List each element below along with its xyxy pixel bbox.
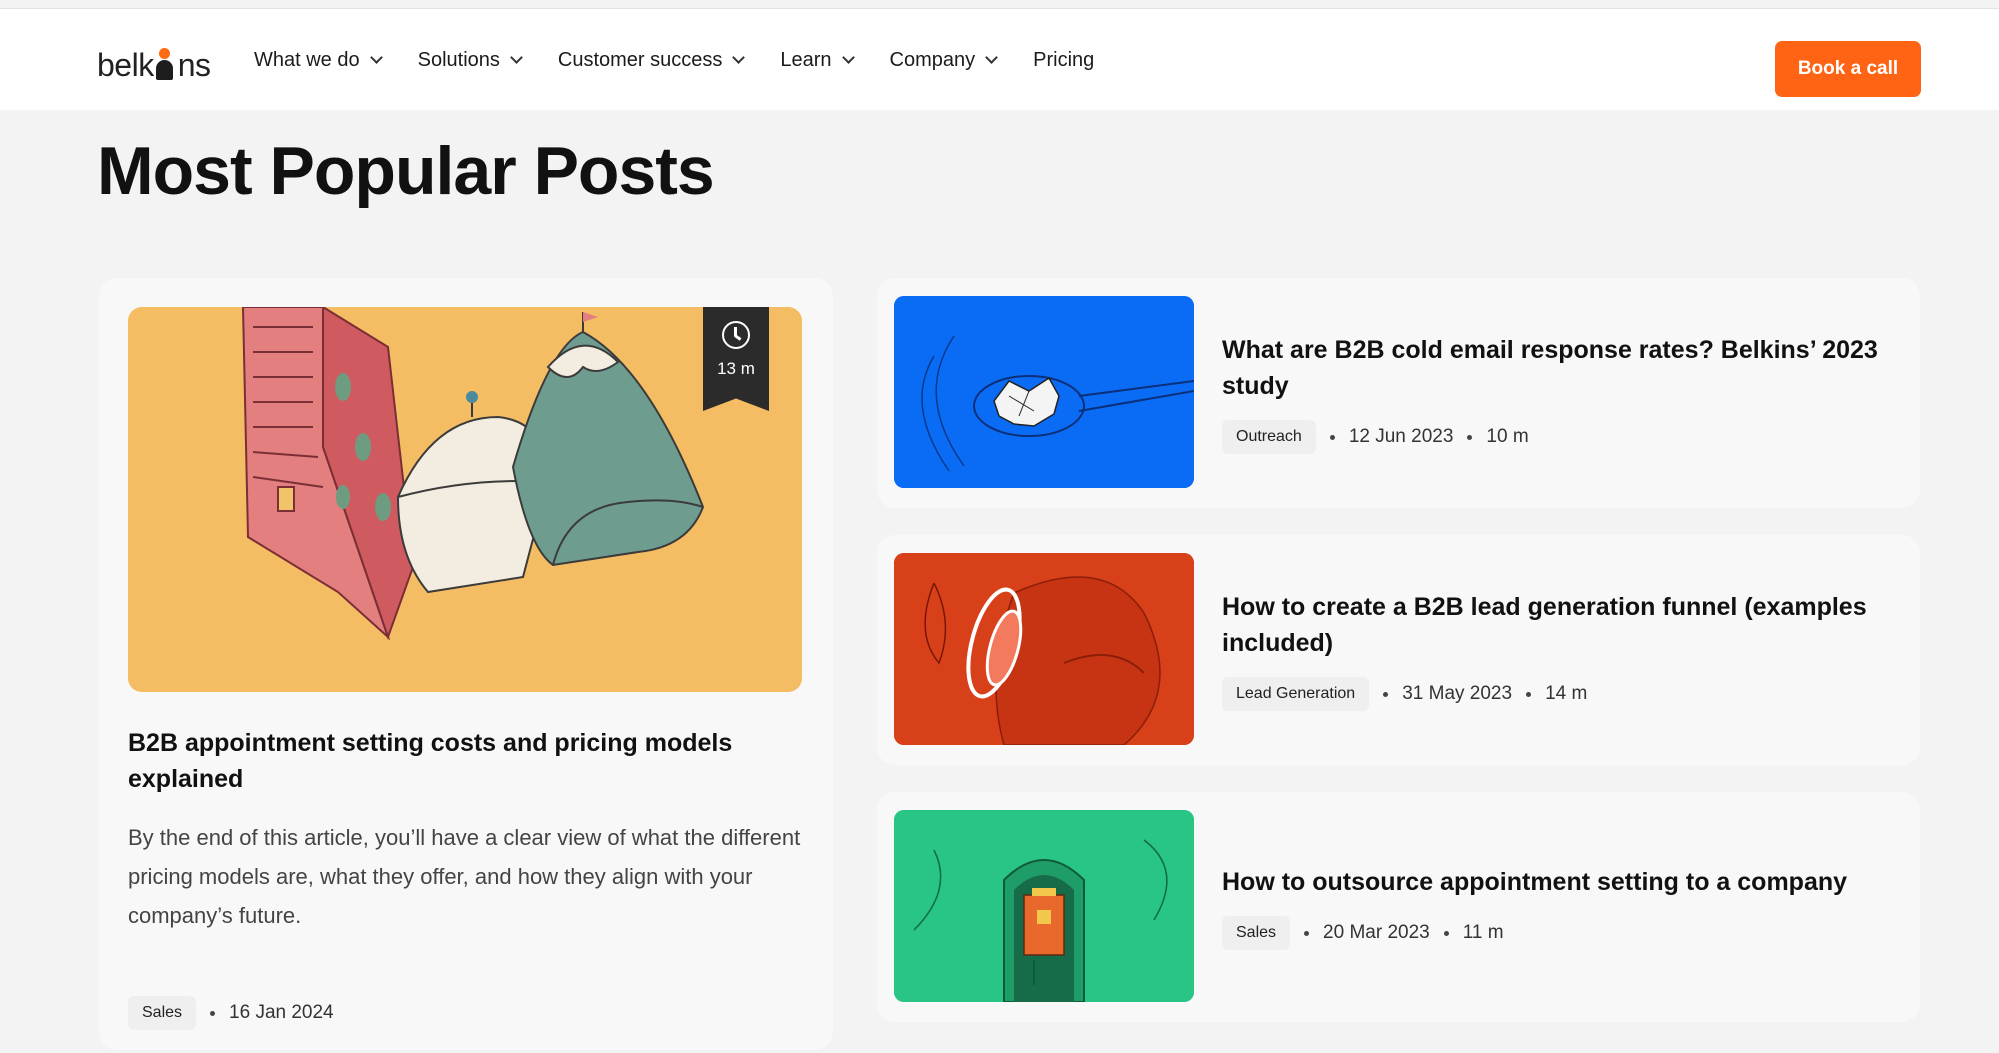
nav-item-what-we-do[interactable]: What we do xyxy=(254,49,383,72)
clock-icon xyxy=(722,321,750,349)
site-header: belk ns What we do Solutions Customer suc… xyxy=(0,9,1999,110)
main-nav: What we do Solutions Customer success Le… xyxy=(254,49,1131,72)
category-tag[interactable]: Lead Generation xyxy=(1222,677,1370,711)
chevron-down-icon xyxy=(369,51,383,64)
separator-dot xyxy=(1443,930,1449,936)
logo-mark-icon xyxy=(155,48,177,80)
reading-time-badge: 13 m xyxy=(703,307,769,411)
book-a-call-button[interactable]: Book a call xyxy=(1775,41,1921,97)
nav-item-solutions[interactable]: Solutions xyxy=(417,49,523,72)
logo-text-end: ns xyxy=(177,46,211,83)
featured-post-title[interactable]: B2B appointment setting costs and pricin… xyxy=(128,725,788,797)
post-meta: Outreach 12 Jun 2023 10 m xyxy=(1222,420,1529,454)
phone-booth-illustration xyxy=(894,810,1194,1002)
post-card[interactable]: What are B2B cold email response rates? … xyxy=(877,278,1920,508)
page-title: Most Popular Posts xyxy=(97,133,715,209)
chevron-down-icon xyxy=(841,51,855,64)
post-card[interactable]: How to create a B2B lead generation funn… xyxy=(877,535,1920,765)
nav-item-pricing[interactable]: Pricing xyxy=(1033,49,1094,72)
nav-item-label: Learn xyxy=(780,49,832,71)
post-illustration[interactable] xyxy=(894,553,1194,745)
belkins-logo[interactable]: belk ns xyxy=(97,45,211,85)
nav-item-label: Company xyxy=(889,49,976,71)
separator-dot xyxy=(1304,930,1310,936)
featured-post-excerpt: By the end of this article, you’ll have … xyxy=(128,825,801,928)
post-date: 16 Jan 2024 xyxy=(229,1002,334,1023)
post-date: 12 Jun 2023 xyxy=(1348,426,1454,447)
reading-time-text: 14 m xyxy=(1545,683,1588,704)
featured-post-illustration[interactable] xyxy=(128,307,802,692)
nav-item-label: What we do xyxy=(254,49,360,71)
nav-item-label: Solutions xyxy=(417,49,500,71)
spiral-head-illustration xyxy=(894,553,1194,745)
featured-post-meta: Sales 16 Jan 2024 xyxy=(128,996,334,1030)
separator-dot xyxy=(1526,691,1532,697)
featured-post-card[interactable]: 13 m B2B appointment setting costs and p… xyxy=(99,278,833,1050)
buildings-mountains-illustration xyxy=(128,307,802,692)
post-meta: Lead Generation 31 May 2023 14 m xyxy=(1222,677,1587,711)
post-title[interactable]: What are B2B cold email response rates? … xyxy=(1222,332,1902,404)
logo-text-start: belk xyxy=(97,46,154,83)
separator-dot xyxy=(210,1010,216,1016)
category-tag[interactable]: Outreach xyxy=(1222,420,1316,454)
separator-dot xyxy=(1329,434,1335,440)
chevron-down-icon xyxy=(732,51,746,64)
separator-dot xyxy=(1383,691,1389,697)
category-tag[interactable]: Sales xyxy=(1222,916,1291,950)
nav-item-label: Pricing xyxy=(1033,49,1095,71)
reading-time-text: 11 m xyxy=(1462,922,1504,943)
chevron-down-icon xyxy=(985,51,999,64)
separator-dot xyxy=(1467,434,1473,440)
post-date: 31 May 2023 xyxy=(1402,683,1513,704)
post-meta: Sales 20 Mar 2023 11 m xyxy=(1222,916,1504,950)
post-title[interactable]: How to create a B2B lead generation funn… xyxy=(1222,589,1902,661)
post-date: 20 Mar 2023 xyxy=(1323,922,1430,943)
reading-time-text: 13 m xyxy=(717,359,755,378)
browser-top-strip xyxy=(0,0,1999,9)
reading-time-text: 10 m xyxy=(1486,426,1529,447)
spoon-paper-illustration xyxy=(894,296,1194,488)
nav-item-company[interactable]: Company xyxy=(889,49,999,72)
post-card[interactable]: How to outsource appointment setting to … xyxy=(877,792,1920,1022)
chevron-down-icon xyxy=(510,51,523,64)
post-title[interactable]: How to outsource appointment setting to … xyxy=(1222,864,1902,900)
nav-item-customer-success[interactable]: Customer success xyxy=(557,49,746,72)
nav-item-label: Customer success xyxy=(557,49,723,71)
post-illustration[interactable] xyxy=(894,296,1194,488)
category-tag[interactable]: Sales xyxy=(128,996,197,1030)
post-illustration[interactable] xyxy=(894,810,1194,1002)
nav-item-learn[interactable]: Learn xyxy=(780,49,855,72)
